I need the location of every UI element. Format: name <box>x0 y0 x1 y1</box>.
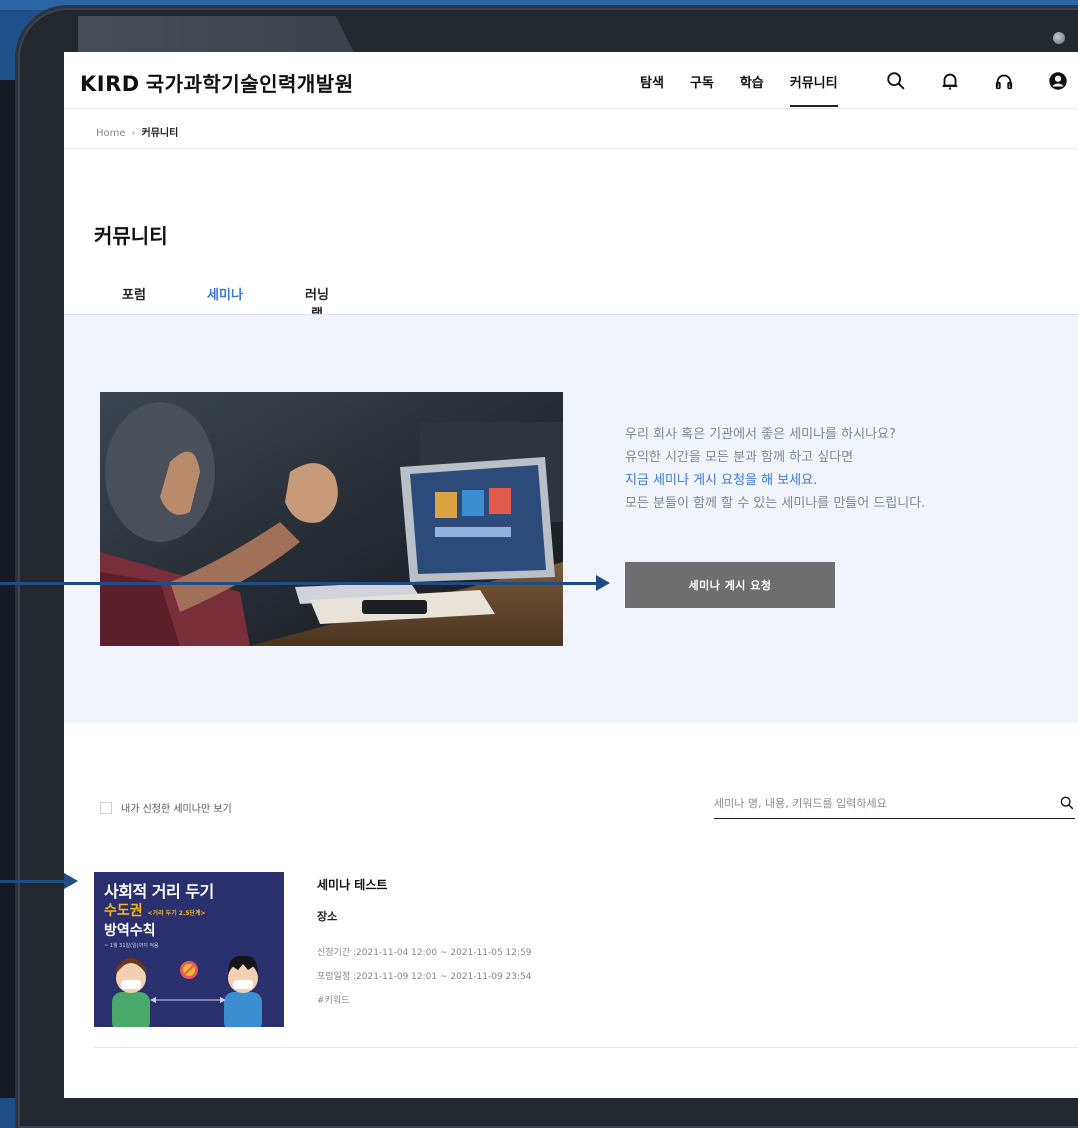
seminar-request-button[interactable]: 세미나 게시 요청 <box>625 562 835 608</box>
search-icon[interactable] <box>1059 795 1075 811</box>
breadcrumb-home[interactable]: Home <box>96 128 126 139</box>
seminar-title[interactable]: 세미나 테스트 <box>317 876 387 893</box>
camera-icon <box>1053 32 1065 44</box>
seminar-apply-period: 신청기간 :2021-11-04 12:00 ~ 2021-11-05 12:5… <box>317 948 532 958</box>
screen: KIRD 국가과학기술인력개발원 탐색 구독 학습 커뮤니티 Home › 커뮤… <box>64 52 1078 1098</box>
seminar-keyword[interactable]: #키워드 <box>317 993 349 1006</box>
my-seminars-label: 내가 신청한 세미나만 보기 <box>121 804 232 815</box>
card-divider <box>94 1047 1078 1048</box>
tab-seminar[interactable]: 세미나 <box>178 284 272 316</box>
bell-icon[interactable] <box>939 70 961 92</box>
breadcrumb-current: 커뮤니티 <box>141 128 179 139</box>
nav-item-learn[interactable]: 학습 <box>740 72 764 103</box>
annotation-arrow-2-head <box>64 873 78 889</box>
breadcrumb: Home › 커뮤니티 <box>96 124 178 139</box>
banner-line-4: 모든 분들이 함께 할 수 있는 세미나를 만들어 드립니다. <box>625 496 926 511</box>
meeting-photo-illustration <box>100 392 563 646</box>
page-title: 커뮤니티 <box>94 224 168 248</box>
logo-brand: KIRD <box>80 72 140 96</box>
seminar-place: 장소 <box>317 910 338 923</box>
search-input[interactable] <box>714 794 1034 813</box>
logo-name: 국가과학기술인력개발원 <box>145 72 354 96</box>
site-header: KIRD 국가과학기술인력개발원 탐색 구독 학습 커뮤니티 <box>64 52 1078 109</box>
my-seminars-checkbox[interactable] <box>100 801 112 814</box>
banner-line-1: 우리 회사 혹은 기관에서 좋은 세미나를 하시나요? <box>625 427 896 442</box>
banner-photo <box>100 392 563 646</box>
distancing-illustration <box>112 955 262 1027</box>
seminar-thumbnail[interactable]: 사회적 거리 두기 수도권 <거리 두기 2.5단계> 방역수칙 ~ 1월 31… <box>94 872 284 1027</box>
tab-forum[interactable]: 포럼 <box>122 284 146 314</box>
site-logo[interactable]: KIRD 국가과학기술인력개발원 <box>80 68 354 97</box>
headphones-icon[interactable] <box>993 70 1015 92</box>
tab-bar: 포럼 세미나 러닝랩 <box>94 284 1078 322</box>
nav-item-subscribe[interactable]: 구독 <box>690 72 714 103</box>
banner-description: 우리 회사 혹은 기관에서 좋은 세미나를 하시나요? 유익한 시간을 모든 분… <box>625 423 1055 515</box>
tab-learning-lab[interactable]: 러닝랩 <box>300 284 334 322</box>
chevron-right-icon: › <box>131 128 136 139</box>
seminar-banner: 우리 회사 혹은 기관에서 좋은 세미나를 하시나요? 유익한 시간을 모든 분… <box>64 315 1078 723</box>
main-nav: 탐색 구독 학습 커뮤니티 <box>640 72 864 107</box>
banner-line-3: 지금 세미나 게시 요청을 해 보세요. <box>625 473 818 488</box>
seminar-forum-period: 포럼일정 :2021-11-09 12:01 ~ 2021-11-09 23:5… <box>317 972 532 982</box>
nav-item-community[interactable]: 커뮤니티 <box>789 72 838 107</box>
user-icon[interactable] <box>1047 70 1069 92</box>
annotation-arrow-2-line <box>0 880 64 883</box>
annotation-arrow-1-head <box>596 575 610 591</box>
nav-item-explore[interactable]: 탐색 <box>640 72 664 103</box>
my-seminars-filter[interactable]: 내가 신청한 세미나만 보기 <box>100 800 232 815</box>
annotation-arrow-1-line <box>0 582 596 585</box>
divider <box>64 148 1078 149</box>
search-icon[interactable] <box>885 70 907 92</box>
banner-line-2: 유익한 시간을 모든 분과 함께 하고 싶다면 <box>625 450 854 465</box>
search-box <box>714 792 1075 819</box>
